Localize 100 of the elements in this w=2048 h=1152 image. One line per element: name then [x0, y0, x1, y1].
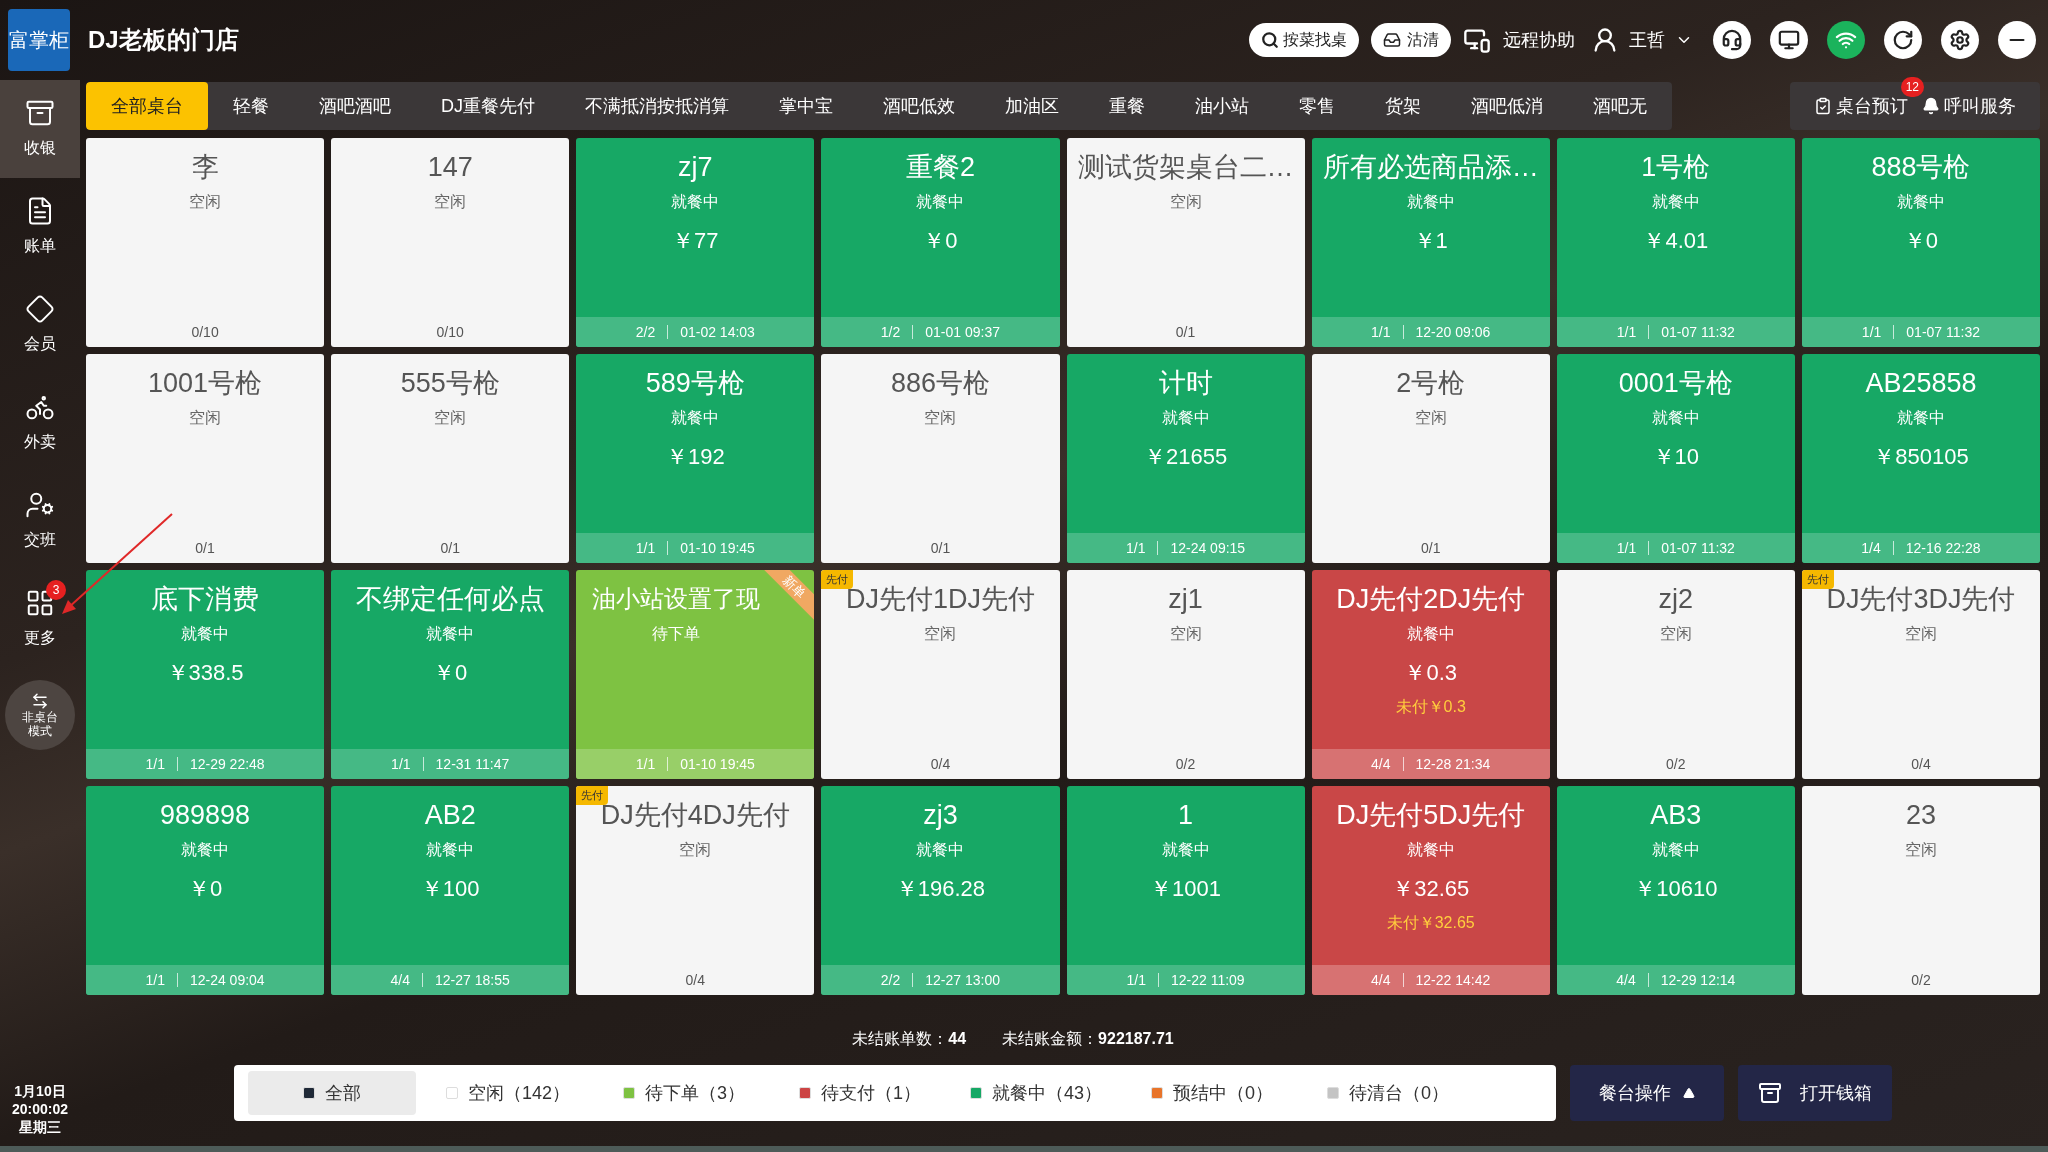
table-name: 测试货架桌台二…	[1077, 151, 1294, 184]
table-name: 1号枪	[1641, 151, 1711, 184]
notification-badge: 3	[46, 580, 66, 600]
support-icon[interactable]	[1713, 21, 1751, 59]
status-filter[interactable]: 待清台（0）	[1304, 1071, 1472, 1115]
category-tab[interactable]: 零售	[1274, 82, 1360, 130]
table-card[interactable]: DJ先付2DJ先付 就餐中 ￥0.3 未付￥0.3 4/4 12-28 21:34	[1311, 570, 1550, 779]
seat-count: 4/4	[1371, 970, 1391, 990]
table-card[interactable]: zj2 空闲 0/2	[1556, 570, 1795, 779]
category-tab[interactable]: 重餐	[1084, 82, 1170, 130]
table-name: 886号枪	[890, 367, 990, 400]
status-filter[interactable]: 空闲（142）	[424, 1071, 592, 1115]
open-orders-amount: 未结账金额：922187.71	[1002, 1029, 1174, 1049]
open-time: 12-22 11:09	[1170, 970, 1245, 990]
seat-count: 4/4	[1371, 754, 1391, 774]
table-status: 就餐中	[426, 624, 475, 644]
table-name: zj2	[1658, 583, 1694, 616]
table-card[interactable]: 1001号枪 空闲 0/1	[86, 354, 325, 563]
status-filter[interactable]: 全部	[248, 1071, 416, 1115]
table-card[interactable]: 23 空闲 0/2	[1801, 786, 2040, 995]
table-card[interactable]: 测试货架桌台二… 空闲 0/1	[1066, 138, 1305, 347]
open-drawer-button[interactable]: 打开钱箱	[1738, 1065, 1892, 1121]
category-tab[interactable]: 酒吧无	[1568, 82, 1672, 130]
table-status: 空闲	[434, 408, 467, 428]
table-status: 空闲	[1659, 624, 1692, 644]
category-tab[interactable]: 油小站	[1170, 82, 1274, 130]
category-tab[interactable]: DJ重餐先付	[416, 82, 560, 130]
table-amount: ￥10610	[1634, 875, 1718, 903]
table-card[interactable]: 886号枪 空闲 0/1	[821, 354, 1060, 563]
seat-count: 1/1	[635, 538, 656, 558]
prepay-tag: 先付	[1801, 570, 1834, 589]
sidebar-item[interactable]: 会员	[0, 276, 80, 374]
category-tab[interactable]: 酒吧低消	[1446, 82, 1568, 130]
table-ops-button[interactable]: 餐台操作	[1570, 1065, 1724, 1121]
category-tab[interactable]: 全部桌台	[86, 82, 208, 130]
unpaid-amount: 未付￥32.65	[1386, 913, 1475, 933]
cash-drawer-icon	[1758, 1081, 1782, 1105]
open-orders-count: 未结账单数：44	[852, 1029, 967, 1049]
table-amount: ￥1	[1413, 227, 1448, 255]
seat-count: 0/1	[440, 538, 460, 558]
status-filter[interactable]: 就餐中（43）	[952, 1071, 1120, 1115]
status-filter[interactable]: 预结中（0）	[1128, 1071, 1296, 1115]
seat-count: 0/10	[191, 322, 219, 342]
category-tab[interactable]: 酒吧低效	[858, 82, 980, 130]
table-name: 计时	[1158, 367, 1213, 400]
table-card[interactable]: 先付 DJ先付4DJ先付 空闲 0/4	[576, 786, 815, 995]
table-name: 李	[191, 151, 219, 184]
table-status: 就餐中	[671, 192, 720, 212]
table-amount: ￥338.5	[166, 659, 244, 687]
table-card[interactable]: DJ先付5DJ先付 就餐中 ￥32.65 未付￥32.65 4/4 12-22 14:42	[1311, 786, 1550, 995]
category-tab[interactable]: 不满抵消按抵消算	[560, 82, 754, 130]
wifi-icon[interactable]	[1827, 21, 1865, 59]
category-tab[interactable]: 加油区	[980, 82, 1084, 130]
table-amount: ￥0.3	[1404, 659, 1457, 687]
soldout-button[interactable]: 沽清	[1371, 23, 1451, 57]
status-filter[interactable]: 待下单（3）	[600, 1071, 768, 1115]
seat-count: 1/1	[1616, 538, 1637, 558]
table-card[interactable]: 先付 DJ先付3DJ先付 空闲 0/4	[1801, 570, 2040, 779]
call-service-button[interactable]: 呼叫服务	[1922, 92, 2016, 120]
open-time: 01-10 19:45	[680, 754, 755, 774]
table-name: zj1	[1168, 583, 1203, 616]
refresh-icon[interactable]	[1884, 21, 1922, 59]
table-card[interactable]: 先付 DJ先付1DJ先付 空闲 0/4	[821, 570, 1060, 779]
category-tab[interactable]: 轻餐	[208, 82, 294, 130]
sidebar-item[interactable]: 交班	[0, 472, 80, 570]
table-name: 888号枪	[1871, 151, 1971, 184]
table-card[interactable]: 555号枪 空闲 0/1	[331, 354, 570, 563]
table-name: zj3	[923, 799, 958, 832]
table-status: 就餐中	[1161, 408, 1210, 428]
category-tab[interactable]: 货架	[1360, 82, 1446, 130]
table-status: 就餐中	[181, 840, 230, 860]
table-card[interactable]: zj1 空闲 0/2	[1066, 570, 1305, 779]
mode-switch-button[interactable]: 非桌台模式	[5, 680, 75, 750]
settings-icon[interactable]	[1941, 21, 1979, 59]
open-time: 01-07 11:32	[1661, 322, 1735, 342]
search-button[interactable]: 按菜找桌	[1249, 23, 1359, 57]
seat-count: 0/1	[1175, 322, 1196, 342]
status-filter[interactable]: 待支付（1）	[776, 1071, 944, 1115]
table-name: 底下消费	[151, 583, 260, 616]
table-card[interactable]: 147 空闲 0/10	[331, 138, 570, 347]
table-status: 就餐中	[1896, 408, 1945, 428]
monitor-icon[interactable]	[1770, 21, 1808, 59]
table-card[interactable]: 2号枪 空闲 0/1	[1311, 354, 1550, 563]
table-name: 555号枪	[400, 367, 500, 400]
sidebar-item[interactable]: 外卖	[0, 374, 80, 472]
sidebar-item[interactable]: 账单	[0, 178, 80, 276]
clipboard-icon	[1814, 97, 1832, 115]
table-card[interactable]: 李 空闲 0/10	[86, 138, 325, 347]
table-name: 1001号枪	[148, 367, 263, 400]
minimize-icon[interactable]	[1998, 21, 2036, 59]
time-label: 20:00:02	[11, 1100, 68, 1118]
seat-count: 4/4	[390, 970, 411, 990]
seat-count: 0/2	[1666, 754, 1686, 774]
seat-count: 4/4	[1616, 970, 1636, 990]
sidebar-item[interactable]: 收银	[0, 80, 80, 178]
category-tab[interactable]: 酒吧酒吧	[294, 82, 416, 130]
user-menu[interactable]: 王哲	[1591, 26, 1693, 54]
remote-help-button[interactable]: 远程协助	[1463, 26, 1575, 54]
table-name: 589号枪	[645, 367, 745, 400]
category-tab[interactable]: 掌中宝	[754, 82, 858, 130]
